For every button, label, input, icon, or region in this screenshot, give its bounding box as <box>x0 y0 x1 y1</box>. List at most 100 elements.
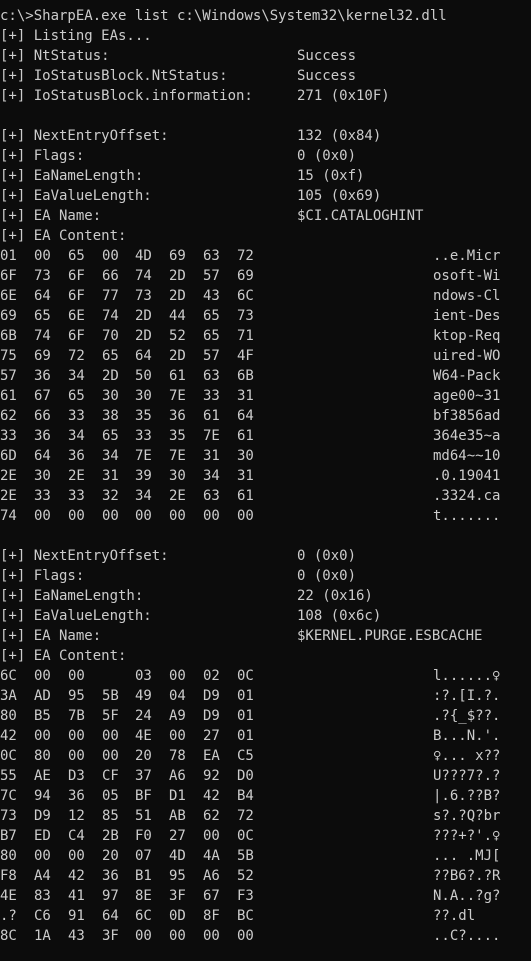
field-value: Success <box>297 48 357 64</box>
hex-byte: 64 <box>102 908 119 924</box>
hex-byte: 2D <box>169 348 186 364</box>
hex-byte: 00 <box>135 928 152 944</box>
hex-byte: 8F <box>203 908 220 924</box>
ascii-text: .3324.ca <box>433 488 501 504</box>
ascii-text: ??B6?.?R <box>433 868 501 884</box>
hex-byte: 36 <box>34 368 51 384</box>
ascii-text: ♀... x?? <box>433 748 501 764</box>
hex-byte: 27 <box>169 828 186 844</box>
hex-byte: 4F <box>237 348 254 364</box>
hex-byte: 7E <box>203 428 220 444</box>
hex-byte: 6F <box>68 268 85 284</box>
hex-byte: 7E <box>169 448 186 464</box>
hex-byte: 65 <box>203 328 220 344</box>
hex-byte: 2D <box>135 328 152 344</box>
hex-byte: 5B <box>102 688 119 704</box>
hex-byte: 49 <box>135 688 152 704</box>
hex-byte: 4D <box>135 248 152 264</box>
hex-byte: 77 <box>102 288 119 304</box>
hex-byte: 6D <box>0 448 17 464</box>
hex-byte: 50 <box>135 368 152 384</box>
hex-byte: 94 <box>34 788 51 804</box>
hex-byte: 7E <box>135 448 152 464</box>
command-text: c:\>SharpEA.exe list c:\Windows\System32… <box>0 8 447 24</box>
hex-byte: 65 <box>34 308 51 324</box>
hex-byte: 69 <box>169 248 186 264</box>
ascii-text: N.A..?g? <box>433 888 501 904</box>
hex-byte: 00 <box>102 748 119 764</box>
ascii-text: l......♀ <box>433 668 501 684</box>
hex-byte: 31 <box>102 468 119 484</box>
field-value: Success <box>297 68 357 84</box>
field-value: 0 (0x0) <box>297 568 357 584</box>
ascii-text: ... .MJ[ <box>433 848 501 864</box>
hex-byte: 7B <box>68 708 85 724</box>
ascii-text: bf3856ad <box>433 408 501 424</box>
hex-byte: F8 <box>0 868 17 884</box>
hex-byte: 00 <box>34 728 51 744</box>
hex-byte: 63 <box>203 248 220 264</box>
hex-byte: CF <box>102 768 119 784</box>
hex-byte: 6F <box>0 268 17 284</box>
hex-byte: 6F <box>68 328 85 344</box>
hex-byte: 6C <box>135 908 152 924</box>
hex-byte: 3F <box>102 928 119 944</box>
hex-byte: 31 <box>237 388 254 404</box>
hex-byte: 00 <box>135 508 152 524</box>
hex-byte: 65 <box>203 308 220 324</box>
hex-byte: 00 <box>68 848 85 864</box>
field-value: 0 (0x0) <box>297 148 357 164</box>
hex-byte: 5F <box>102 708 119 724</box>
ascii-text: |.6.??B? <box>433 788 501 804</box>
hex-byte: 0C <box>237 668 254 684</box>
hex-byte: 2D <box>169 288 186 304</box>
field-value: 0 (0x0) <box>297 548 357 564</box>
hex-byte: 61 <box>237 488 254 504</box>
hex-byte: 33 <box>68 488 85 504</box>
hex-byte: D9 <box>203 708 220 724</box>
field-label: [+] NtStatus: <box>0 48 110 64</box>
hex-byte: 61 <box>169 368 186 384</box>
hex-byte: 00 <box>68 748 85 764</box>
hex-byte: B1 <box>135 868 152 884</box>
hex-byte: 37 <box>135 768 152 784</box>
hex-byte: 00 <box>102 728 119 744</box>
hex-byte: A6 <box>203 868 220 884</box>
hex-byte: 00 <box>102 248 119 264</box>
hex-byte: 6C <box>237 288 254 304</box>
hex-byte: AE <box>34 768 51 784</box>
hex-byte: 4A <box>203 848 220 864</box>
hex-byte: 8C <box>0 928 17 944</box>
hex-byte: 73 <box>135 288 152 304</box>
hex-byte: BC <box>237 908 254 924</box>
hex-byte: 91 <box>68 908 85 924</box>
hex-byte: C4 <box>68 828 85 844</box>
hex-byte: 6E <box>68 308 85 324</box>
hex-byte: EA <box>203 748 220 764</box>
hex-byte: 12 <box>68 808 85 824</box>
ascii-text: ..C?.... <box>433 928 501 944</box>
hex-byte: 36 <box>68 448 85 464</box>
ascii-text: osoft-Wi <box>433 268 501 284</box>
hex-byte: ED <box>34 828 51 844</box>
hex-byte: A6 <box>169 768 186 784</box>
hex-byte: 65 <box>68 248 85 264</box>
hex-byte: 00 <box>237 508 254 524</box>
field-value: 105 (0x69) <box>297 188 382 204</box>
field-label: [+] Listing EAs... <box>0 28 152 44</box>
console-window[interactable]: c:\>SharpEA.exe list c:\Windows\System32… <box>0 0 531 961</box>
ascii-text: .?{_$??. <box>433 708 501 724</box>
hex-byte: 43 <box>68 928 85 944</box>
hex-byte: 42 <box>68 868 85 884</box>
hex-byte: 20 <box>135 748 152 764</box>
hex-byte: 3A <box>0 688 17 704</box>
field-value: 15 (0xf) <box>297 168 365 184</box>
hex-byte: 69 <box>34 348 51 364</box>
hex-byte: D0 <box>237 768 254 784</box>
field-label: [+] EA Name: <box>0 628 102 644</box>
hex-byte: B5 <box>34 708 51 724</box>
hex-byte: 36 <box>34 428 51 444</box>
hex-byte: 24 <box>135 708 152 724</box>
hex-byte: 61 <box>0 388 17 404</box>
hex-byte: 01 <box>237 708 254 724</box>
